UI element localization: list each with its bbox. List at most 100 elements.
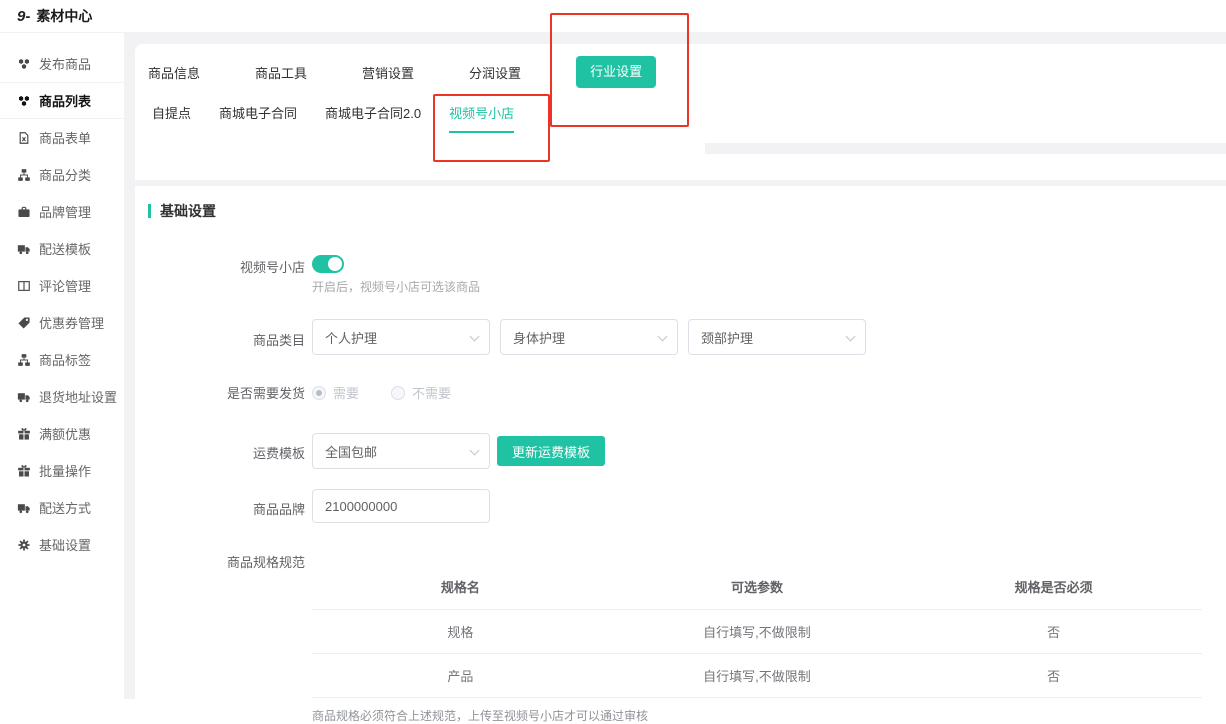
sidebar-item-label: 商品分类 [39,165,91,184]
category-select[interactable]: 身体护理 [500,319,678,355]
brand-row: 商品品牌 [135,489,1213,523]
sidebar-item[interactable]: 配送方式 [0,489,124,526]
tab-label: 自提点 [152,106,191,121]
sitemap-icon [17,168,31,182]
freight-label: 运费模板 [135,443,305,462]
sidebar-item[interactable]: 批量操作 [0,452,124,489]
spec-table-header-row: 规格名 可选参数 规格是否必须 [312,568,1202,610]
video-shop-helper-text: 开启后，视频号小店可选该商品 [312,278,480,295]
sidebar-item-label: 退货地址设置 [39,387,117,406]
tab-label: 商品工具 [255,66,307,81]
sidebar-item[interactable]: 满额优惠 [0,415,124,452]
radio-icon [312,386,326,400]
spec-col-header: 规格名 [312,568,609,610]
radio-label: 不需要 [412,383,451,402]
freight-select[interactable]: 全国包邮 [312,433,490,469]
spec-params-cell: 自行填写,不做限制 [609,610,906,654]
tab-primary[interactable]: 分润设置 [469,63,521,82]
sidebar-item-label: 发布商品 [39,54,91,73]
spec-table: 规格名 可选参数 规格是否必须 规格 自行填写,不做限制 否 [312,568,1202,698]
sidebar-item[interactable]: 商品标签 [0,341,124,378]
need-shipping-label: 是否需要发货 [135,383,305,402]
selected-value: 身体护理 [513,328,565,347]
section-accent-bar [148,204,151,218]
video-shop-row: 视频号小店 [135,255,1213,273]
need-shipping-row: 是否需要发货 需要 不需要 [135,383,1213,402]
sidebar-item[interactable]: 发布商品 [0,45,124,82]
shipping-radio-option[interactable]: 需要 [312,383,359,402]
tab-label: 分润设置 [469,66,521,81]
briefcase-icon [17,205,31,219]
chevron-down-icon [846,332,856,342]
columns-icon [17,279,31,293]
sidebar-item[interactable]: 商品分类 [0,156,124,193]
tab-primary[interactable]: 营销设置 [362,63,414,82]
selected-value: 全国包邮 [325,442,377,461]
spec-table-row: 产品 自行填写,不做限制 否 [312,654,1202,698]
radio-icon [391,386,405,400]
tab-label: 商城电子合同2.0 [325,106,421,121]
shipping-radio-option[interactable]: 不需要 [391,383,451,402]
update-freight-button[interactable]: 更新运费模板 [497,436,605,466]
radio-label: 需要 [333,383,359,402]
tab-label: 营销设置 [362,66,414,81]
sidebar-item-label: 品牌管理 [39,202,91,221]
truck-icon [17,242,31,256]
sidebar-item-label: 优惠券管理 [39,313,104,332]
section-header: 基础设置 [148,201,216,221]
chevron-down-icon [658,332,668,342]
sidebar-item-label: 配送方式 [39,498,91,517]
sidebar-item[interactable]: 退货地址设置 [0,378,124,415]
tab-primary[interactable]: 商品工具 [255,63,307,82]
sidebar-item[interactable]: 商品表单 [0,119,124,156]
video-shop-toggle[interactable] [312,255,344,273]
sidebar-item-label: 商品列表 [39,91,91,110]
spec-row: 商品规格规范 规格名 可选参数 规格是否必须 规格 自行填写,不做限制 [135,552,1213,724]
sidebar-item-label: 商品表单 [39,128,91,147]
freight-template-row: 运费模板 全国包邮 更新运费模板 [135,433,1213,469]
annotation-box-industry-settings [550,13,689,127]
spec-params-cell: 自行填写,不做限制 [609,654,906,698]
truck-icon [17,390,31,404]
spec-note: 商品规格必须符合上述规范，上传至视频号小店才可以通过审核 [312,707,1202,724]
section-title: 基础设置 [160,201,216,221]
spec-name-cell: 产品 [312,654,609,698]
category-select[interactable]: 个人护理 [312,319,490,355]
spec-name-cell: 规格 [312,610,609,654]
brand-input[interactable] [312,489,490,523]
brand-label: 商品品牌 [135,499,305,518]
logo-icon: 9- [17,9,30,24]
sidebar-item-label: 批量操作 [39,461,91,480]
chevron-down-icon [470,332,480,342]
tab-secondary[interactable]: 自提点 [152,103,191,133]
category-label: 商品类目 [135,330,305,349]
tab-label: 商品信息 [148,66,200,81]
annotation-box-video-shop-tab [433,94,550,162]
sidebar: 发布商品 商品列表 商品表单 商品分类 品牌管理 配送模板 评论管理 [0,32,124,699]
sidebar-item[interactable]: 配送模板 [0,230,124,267]
spec-table-row: 规格 自行填写,不做限制 否 [312,610,1202,654]
sidebar-item[interactable]: 优惠券管理 [0,304,124,341]
cubes-icon [17,94,31,108]
sidebar-item[interactable]: 品牌管理 [0,193,124,230]
gift-icon [17,427,31,441]
sidebar-item[interactable]: 评论管理 [0,267,124,304]
sidebar-item-label: 基础设置 [39,535,91,554]
category-row: 商品类目 个人护理 身体护理 颈部护理 [135,319,1213,355]
selected-value: 个人护理 [325,328,377,347]
tab-secondary[interactable]: 商城电子合同2.0 [325,103,421,133]
sidebar-item[interactable]: 商品列表 [0,82,124,119]
spec-required-cell: 否 [905,610,1202,654]
gear-icon [17,538,31,552]
spec-required-cell: 否 [905,654,1202,698]
category-select[interactable]: 颈部护理 [688,319,866,355]
spec-col-header: 可选参数 [609,568,906,610]
tab-primary[interactable]: 商品信息 [148,63,200,82]
spec-col-header: 规格是否必须 [905,568,1202,610]
tab-secondary[interactable]: 商城电子合同 [219,103,297,133]
truck-icon [17,501,31,515]
sidebar-item-label: 评论管理 [39,276,91,295]
app-title: 素材中心 [36,6,92,26]
sidebar-item[interactable]: 基础设置 [0,526,124,563]
gift-icon [17,464,31,478]
